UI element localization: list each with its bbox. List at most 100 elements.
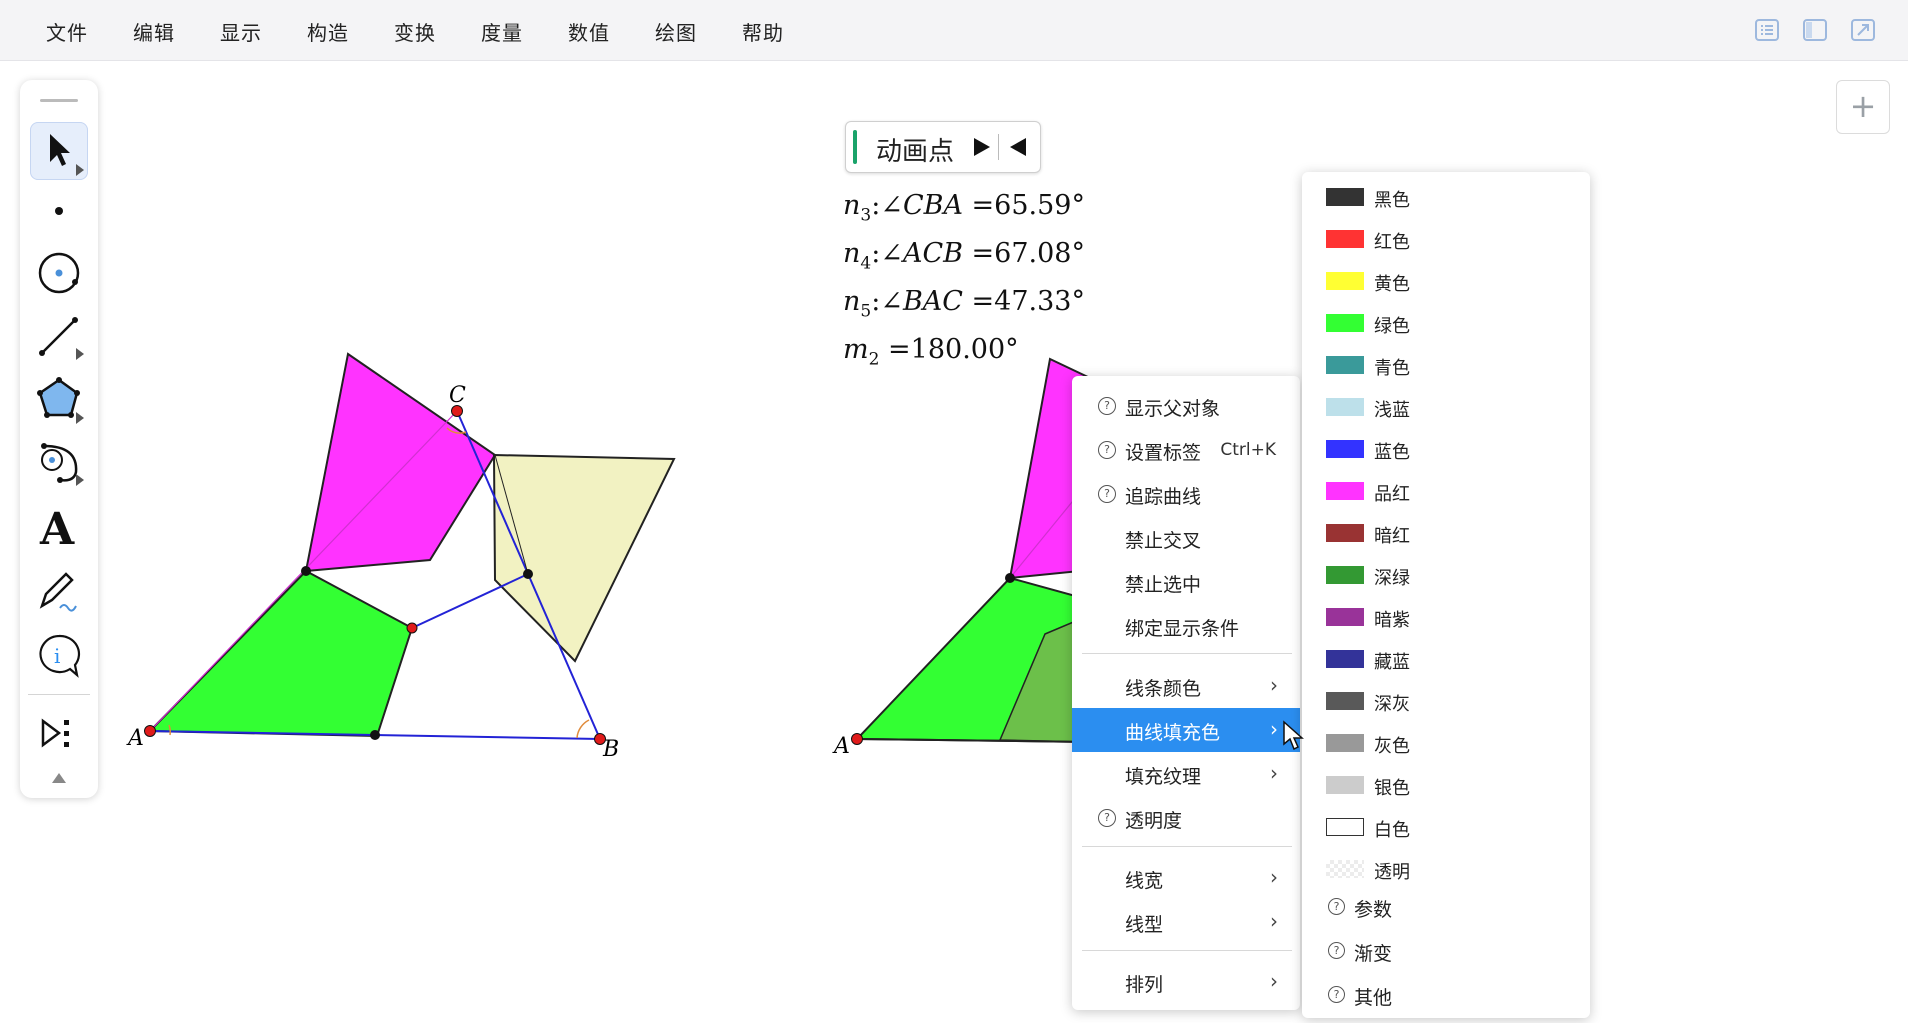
color-option[interactable]: 银色: [1302, 764, 1590, 806]
point[interactable]: [370, 730, 380, 740]
expand-icon[interactable]: [1851, 18, 1875, 42]
pen-tool-button[interactable]: [30, 562, 88, 620]
color-option[interactable]: 红色: [1302, 218, 1590, 260]
color-option[interactable]: 深绿: [1302, 554, 1590, 596]
menu-item-fill-color[interactable]: 曲线填充色 ›: [1072, 708, 1300, 752]
more-tools-icon: [41, 718, 69, 748]
measurement-n4[interactable]: n4:∠ACB =67.08°: [843, 238, 1085, 273]
menu-number[interactable]: 数值: [568, 17, 610, 46]
help-icon[interactable]: ?: [1098, 809, 1116, 827]
measurement-m2[interactable]: m2 =180.00°: [843, 334, 1019, 369]
point-a[interactable]: [144, 725, 156, 737]
pen-icon: [39, 572, 77, 612]
menu-item-line-width[interactable]: 线宽 ›: [1072, 856, 1300, 900]
menu-help[interactable]: 帮助: [742, 17, 784, 46]
segment-tool-button[interactable]: [30, 306, 88, 364]
color-option[interactable]: 透明: [1302, 848, 1590, 890]
menu-item-opacity[interactable]: ? 透明度: [1072, 796, 1300, 840]
color-option[interactable]: 暗红: [1302, 512, 1590, 554]
list-view-icon[interactable]: [1755, 18, 1779, 42]
color-option[interactable]: 白色: [1302, 806, 1590, 848]
select-tool-button[interactable]: [30, 122, 88, 180]
point-label-a-right: A: [832, 734, 850, 759]
midpoint[interactable]: [406, 622, 418, 634]
more-tools-button[interactable]: [30, 704, 88, 762]
menu-item-params[interactable]: ? 参数: [1302, 885, 1590, 927]
menu-construct[interactable]: 构造: [307, 17, 349, 46]
color-swatch: [1326, 482, 1364, 500]
construct-line[interactable]: [411, 573, 529, 629]
help-icon[interactable]: ?: [1098, 397, 1116, 415]
measurement-n5[interactable]: n5:∠BAC =47.33°: [843, 286, 1085, 321]
color-option[interactable]: 浅蓝: [1302, 386, 1590, 428]
color-option[interactable]: 青色: [1302, 344, 1590, 386]
custom-tool-button[interactable]: [30, 432, 88, 490]
point-icon: [55, 207, 63, 215]
info-tool-button[interactable]: i: [30, 626, 88, 684]
color-option[interactable]: 暗紫: [1302, 596, 1590, 638]
color-option[interactable]: 藏蓝: [1302, 638, 1590, 680]
svg-text:i: i: [54, 644, 60, 668]
text-tool-button[interactable]: A: [30, 498, 88, 556]
help-icon[interactable]: ?: [1098, 441, 1116, 459]
sidebar-toggle-icon[interactable]: [1803, 18, 1827, 42]
point-tool-button[interactable]: [30, 182, 88, 240]
menu-item-set-label[interactable]: ? 设置标签 Ctrl+K: [1072, 428, 1300, 472]
chevron-right-icon: ›: [1270, 909, 1278, 933]
color-label: 暗红: [1374, 526, 1410, 547]
color-option[interactable]: 绿色: [1302, 302, 1590, 344]
help-icon[interactable]: ?: [1098, 485, 1116, 503]
circle-icon: [38, 252, 80, 294]
color-swatch: [1326, 734, 1364, 752]
point[interactable]: [523, 569, 533, 579]
menu-file[interactable]: 文件: [46, 17, 88, 46]
polygon-tool-button[interactable]: [30, 370, 88, 428]
svg-text:A: A: [39, 504, 75, 555]
menu-item-line-style[interactable]: 线型 ›: [1072, 900, 1300, 944]
point-a-right[interactable]: [851, 733, 863, 745]
color-option[interactable]: 灰色: [1302, 722, 1590, 764]
point[interactable]: [301, 566, 311, 576]
menu-item-fill-texture[interactable]: 填充纹理 ›: [1072, 752, 1300, 796]
left-figure: A B C: [126, 352, 676, 762]
menu-item-arrange[interactable]: 排列 ›: [1072, 960, 1300, 1004]
menu-transform[interactable]: 变换: [394, 17, 436, 46]
point[interactable]: [1005, 573, 1015, 583]
circle-tool-button[interactable]: [30, 244, 88, 302]
point-label-a: A: [126, 726, 144, 751]
right-figure: A: [832, 357, 1091, 759]
color-option[interactable]: 深灰: [1302, 680, 1590, 722]
green-square-left[interactable]: [147, 569, 414, 738]
play-icon[interactable]: [968, 132, 996, 162]
reverse-icon[interactable]: [1004, 132, 1032, 162]
measurement-n3[interactable]: n3:∠CBA =65.59°: [843, 190, 1085, 225]
color-label: 蓝色: [1374, 442, 1410, 463]
menu-item-line-color[interactable]: 线条颜色 ›: [1072, 664, 1300, 708]
menu-display[interactable]: 显示: [220, 17, 262, 46]
collapse-arrow-icon[interactable]: [49, 770, 69, 789]
menu-item-forbid-select[interactable]: 禁止选中: [1072, 560, 1300, 604]
help-icon[interactable]: ?: [1328, 898, 1345, 915]
menu-item-forbid-intersect[interactable]: 禁止交叉: [1072, 516, 1300, 560]
color-label: 黑色: [1374, 190, 1410, 211]
help-icon[interactable]: ?: [1328, 986, 1345, 1003]
color-option[interactable]: 蓝色: [1302, 428, 1590, 470]
color-option[interactable]: 黄色: [1302, 260, 1590, 302]
menu-item-show-parents[interactable]: ? 显示父对象: [1072, 384, 1300, 428]
color-swatch: [1326, 230, 1364, 248]
text-icon: A: [39, 504, 75, 555]
fill-color-submenu: 黑色 红色 黄色 绿色 青色 浅蓝 蓝色 品红 暗红 深绿 暗紫 藏蓝 深灰 灰色 银色 白色 透明 ? 参数 …: [1302, 172, 1590, 1018]
drag-handle[interactable]: [40, 99, 78, 102]
menu-edit[interactable]: 编辑: [133, 17, 175, 46]
menu-graph[interactable]: 绘图: [655, 17, 697, 46]
color-option[interactable]: 黑色: [1302, 176, 1590, 218]
menu-measure[interactable]: 度量: [481, 17, 523, 46]
animate-point-button[interactable]: 动画点: [845, 121, 1041, 173]
help-icon[interactable]: ?: [1328, 942, 1345, 959]
menu-item-gradient[interactable]: ? 渐变: [1302, 929, 1590, 971]
add-button[interactable]: +: [1836, 80, 1890, 134]
menu-item-trace-curve[interactable]: ? 追踪曲线: [1072, 472, 1300, 516]
color-option[interactable]: 品红: [1302, 470, 1590, 512]
menu-item-other[interactable]: ? 其他: [1302, 973, 1590, 1015]
menu-item-bind-display[interactable]: 绑定显示条件: [1072, 604, 1300, 648]
